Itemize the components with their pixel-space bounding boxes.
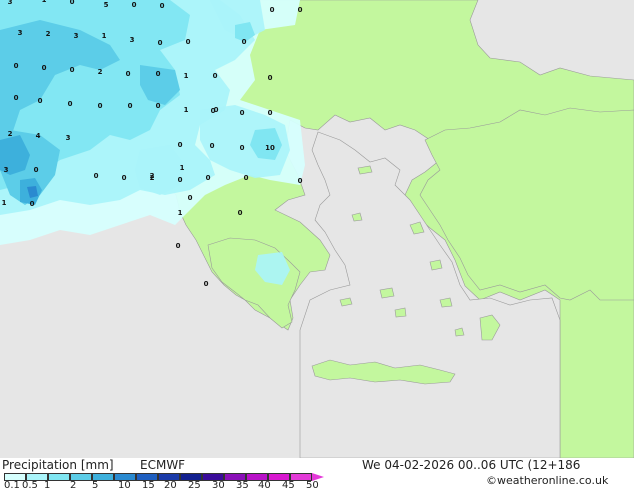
precip-label: 1 bbox=[180, 164, 185, 172]
precip-label: 2 bbox=[46, 30, 51, 38]
precipitation-map: 5 0 0 0 3 2 3 1 3 0 0 0 0 2 0 1 0 0 0 0 … bbox=[0, 0, 634, 458]
precip-label: 3 bbox=[8, 0, 13, 6]
precip-label: 0 bbox=[68, 100, 73, 108]
legend-tick-label: 40 bbox=[258, 480, 271, 491]
precip-label: 0 bbox=[122, 174, 127, 182]
precip-label: 0 bbox=[206, 174, 211, 182]
legend-tick-label: 20 bbox=[164, 480, 177, 491]
precip-label: 1 bbox=[184, 72, 189, 80]
model-name: ECMWF bbox=[140, 458, 186, 472]
precip-label: 0 bbox=[176, 242, 181, 250]
precip-label: 1 bbox=[2, 199, 7, 207]
precip-label: 0 bbox=[70, 66, 75, 74]
precip-label: 1 bbox=[42, 0, 47, 4]
precip-label: 1 bbox=[184, 106, 189, 114]
precip-label: 0 bbox=[34, 166, 39, 174]
valid-datetime: We 04-02-2026 00..06 UTC (12+186 bbox=[362, 458, 581, 472]
legend-tick-label: 0.5 bbox=[22, 480, 38, 491]
precip-label: 0 bbox=[298, 6, 303, 14]
precip-label: 0 bbox=[158, 39, 163, 47]
precip-label: 0 bbox=[30, 200, 35, 208]
precip-label: 0 bbox=[178, 176, 183, 184]
legend-tick-label: 15 bbox=[142, 480, 155, 491]
precip-label: 0 bbox=[214, 106, 219, 114]
precip-label: 0 bbox=[213, 72, 218, 80]
precip-label: 0 bbox=[128, 102, 133, 110]
precip-label: 0 bbox=[178, 141, 183, 149]
precip-label: 0 bbox=[268, 74, 273, 82]
precip-label: 0 bbox=[270, 6, 275, 14]
legend-tick-label: 0.1 bbox=[4, 480, 20, 491]
precip-label: 3 bbox=[4, 166, 9, 174]
precip-label: 0 bbox=[132, 1, 137, 9]
precip-label: 1 bbox=[102, 32, 107, 40]
precip-label: 0 bbox=[204, 280, 209, 288]
map-footer: Precipitation [mm] ECMWF We 04-02-2026 0… bbox=[0, 458, 634, 491]
precip-label: 2 bbox=[150, 172, 155, 180]
precip-label: 3 bbox=[74, 32, 79, 40]
legend-tick-label: 45 bbox=[282, 480, 295, 491]
legend-tick-label: 50 bbox=[306, 480, 319, 491]
precip-label: 0 bbox=[156, 70, 161, 78]
precip-label: 5 bbox=[104, 1, 109, 9]
precip-label: 2 bbox=[8, 130, 13, 138]
precip-label: 0 bbox=[240, 109, 245, 117]
legend-tick-label: 1 bbox=[44, 480, 51, 491]
precip-label: 0 bbox=[126, 70, 131, 78]
precip-label: 1 bbox=[178, 209, 183, 217]
product-title: Precipitation [mm] bbox=[2, 458, 114, 472]
legend-tick-label: 2 bbox=[70, 480, 77, 491]
precip-label: 0 bbox=[238, 209, 243, 217]
precip-label: 2 bbox=[98, 68, 103, 76]
precip-label: 3 bbox=[66, 134, 71, 142]
precip-label: 0 bbox=[186, 38, 191, 46]
precip-label: 0 bbox=[242, 38, 247, 46]
legend-tick-label: 10 bbox=[118, 480, 131, 491]
precip-label: 0 bbox=[38, 97, 43, 105]
precip-label: 0 bbox=[14, 62, 19, 70]
legend-tick-label: 30 bbox=[212, 480, 225, 491]
precip-label: 0 bbox=[98, 102, 103, 110]
precip-label: 0 bbox=[240, 144, 245, 152]
precip-label: 0 bbox=[160, 2, 165, 10]
legend-tick-label: 35 bbox=[236, 480, 249, 491]
precip-label: 3 bbox=[18, 29, 23, 37]
precip-label: 0 bbox=[210, 142, 215, 150]
precip-label: 0 bbox=[156, 102, 161, 110]
precip-label: 0 bbox=[268, 109, 273, 117]
precip-label: 3 bbox=[130, 36, 135, 44]
precip-label: 10 bbox=[265, 144, 275, 152]
precip-label: 4 bbox=[36, 132, 41, 140]
credit-link[interactable]: ©weatheronline.co.uk bbox=[486, 474, 608, 487]
precip-label: 0 bbox=[244, 174, 249, 182]
precip-label: 0 bbox=[298, 177, 303, 185]
precip-label: 0 bbox=[14, 94, 19, 102]
precip-label: 0 bbox=[42, 64, 47, 72]
legend-tick-label: 5 bbox=[92, 480, 99, 491]
precip-label: 0 bbox=[94, 172, 99, 180]
precip-label: 0 bbox=[188, 194, 193, 202]
precip-label: 0 bbox=[70, 0, 75, 6]
legend-tick-label: 25 bbox=[188, 480, 201, 491]
legend-ticks: 0.1 0.5 1 2 5 10 15 20 25 30 35 40 45 50 bbox=[0, 480, 330, 491]
